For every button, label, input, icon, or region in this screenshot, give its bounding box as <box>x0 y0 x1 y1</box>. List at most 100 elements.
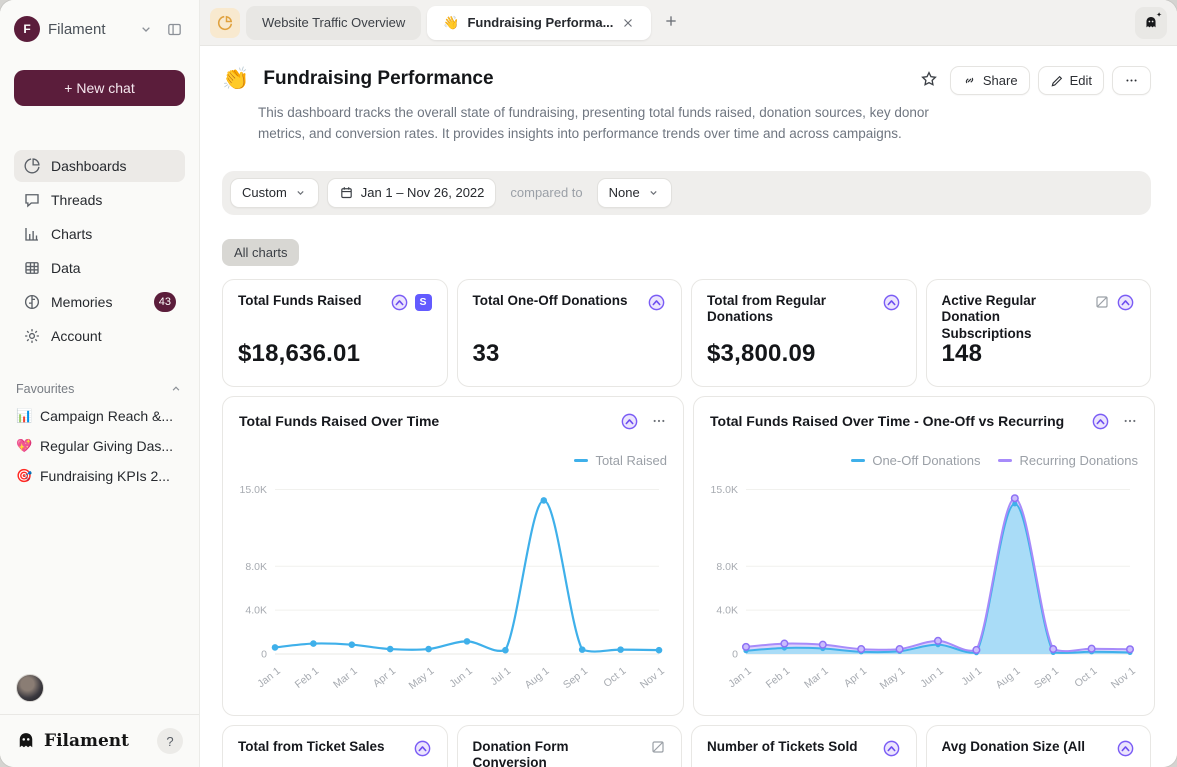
pie-chart-icon <box>23 157 41 175</box>
svg-text:Feb 1: Feb 1 <box>293 665 322 691</box>
tab-label: Fundraising Performa... <box>467 15 613 30</box>
legend-swatch <box>851 459 865 462</box>
sidebar-item-memories[interactable]: Memories 43 <box>14 286 185 318</box>
brand-wordmark: Filament <box>44 731 149 751</box>
svg-text:Sep 1: Sep 1 <box>1032 665 1061 691</box>
favourite-item-fundraising-kpis[interactable]: 🎯 Fundraising KPIs 2... <box>14 468 185 484</box>
workspace-switcher-button[interactable] <box>136 19 156 39</box>
chevron-down-icon <box>294 186 307 199</box>
collapse-sidebar-button[interactable] <box>164 19 185 40</box>
sidebar-item-label: Charts <box>51 226 176 242</box>
tab-website-traffic-overview[interactable]: Website Traffic Overview <box>246 6 421 40</box>
sidebar-item-charts[interactable]: Charts <box>14 218 185 250</box>
metric-source-icon <box>1116 293 1135 312</box>
help-button[interactable]: ? <box>157 728 183 754</box>
all-charts-chip[interactable]: All charts <box>222 239 299 266</box>
target-emoji-icon: 🎯 <box>16 468 33 484</box>
svg-text:Aug 1: Aug 1 <box>523 665 552 691</box>
svg-text:Oct 1: Oct 1 <box>601 665 628 690</box>
kpi-card-donation-form-conversion[interactable]: Donation Form Conversion <box>457 725 683 767</box>
header-actions: Share Edit <box>916 66 1151 95</box>
chart-card-one-off-vs-recurring[interactable]: Total Funds Raised Over Time - One-Off v… <box>693 396 1155 716</box>
close-icon[interactable] <box>621 16 635 30</box>
favourite-star-button[interactable] <box>916 66 942 95</box>
page-header: 👏 Fundraising Performance Share Edit <box>222 66 1151 95</box>
favourite-item-label: Regular Giving Das... <box>40 438 173 454</box>
sparkle-icon: ✦ <box>1156 11 1162 19</box>
filter-bar: Custom Jan 1 – Nov 26, 2022 compared to … <box>222 171 1151 215</box>
kpi-card-total-funds-raised[interactable]: Total Funds Raised S $18,636.01 <box>222 279 448 387</box>
favourites-header[interactable]: Favourites <box>14 382 185 396</box>
heart-emoji-icon: 💖 <box>16 438 33 454</box>
svg-text:Mar 1: Mar 1 <box>802 665 831 691</box>
kpi-value: $3,800.09 <box>707 340 816 368</box>
user-avatar[interactable] <box>16 674 44 702</box>
ghost-logo-icon <box>16 731 36 751</box>
svg-text:Sep 1: Sep 1 <box>561 665 590 691</box>
legend-label: Total Raised <box>595 453 667 468</box>
range-type-select[interactable]: Custom <box>230 178 319 208</box>
sidebar-item-data[interactable]: Data <box>14 252 185 284</box>
favourite-item-campaign-reach[interactable]: 📊 Campaign Reach &... <box>14 408 185 424</box>
stripe-icon: S <box>415 294 432 311</box>
svg-text:8.0K: 8.0K <box>716 561 738 573</box>
tab-label: Website Traffic Overview <box>262 15 405 30</box>
assistant-button[interactable]: ✦ <box>1135 7 1167 39</box>
new-chat-button[interactable]: + New chat <box>14 70 185 106</box>
clap-emoji-icon: 👏 <box>222 66 249 92</box>
chart-unavailable-icon <box>1094 294 1110 310</box>
metric-source-icon <box>647 293 666 312</box>
pencil-icon <box>1050 74 1064 88</box>
kpi-card-tickets-sold[interactable]: Number of Tickets Sold <box>691 725 917 767</box>
favourite-item-regular-giving[interactable]: 💖 Regular Giving Das... <box>14 438 185 454</box>
svg-text:Jun 1: Jun 1 <box>447 665 475 690</box>
legend-item-one-off: One-Off Donations <box>851 453 980 468</box>
kpi-row: Total Funds Raised S $18,636.01 Total On… <box>222 279 1151 387</box>
kpi-title: Total from Ticket Sales <box>238 739 405 755</box>
page-title: Fundraising Performance <box>263 68 493 90</box>
svg-text:Jul 1: Jul 1 <box>959 665 984 688</box>
chart-title: Total Funds Raised Over Time <box>239 413 620 429</box>
svg-text:Apr 1: Apr 1 <box>371 665 398 690</box>
new-tab-button[interactable] <box>657 9 685 37</box>
favourite-item-label: Campaign Reach &... <box>40 408 173 424</box>
date-range-button[interactable]: Jan 1 – Nov 26, 2022 <box>327 178 497 208</box>
metric-source-icon <box>882 739 901 758</box>
kpi-card-total-one-off-donations[interactable]: Total One-Off Donations 33 <box>457 279 683 387</box>
sidebar-item-threads[interactable]: Threads <box>14 184 185 216</box>
date-range-value: Jan 1 – Nov 26, 2022 <box>361 185 485 200</box>
sidebar-item-dashboards[interactable]: Dashboards <box>14 150 185 182</box>
share-button[interactable]: Share <box>950 66 1030 95</box>
kpi-card-ticket-sales[interactable]: Total from Ticket Sales <box>222 725 448 767</box>
charts-row: Total Funds Raised Over Time Total Raise… <box>222 396 1151 716</box>
metric-source-icon <box>1116 739 1135 758</box>
main-area: Website Traffic Overview 👋 Fundraising P… <box>200 0 1177 767</box>
chart-card-total-funds-over-time[interactable]: Total Funds Raised Over Time Total Raise… <box>222 396 684 716</box>
edit-button[interactable]: Edit <box>1038 66 1104 95</box>
kpi-card-total-regular-donations[interactable]: Total from Regular Donations $3,800.09 <box>691 279 917 387</box>
favourite-item-label: Fundraising KPIs 2... <box>40 468 170 484</box>
more-button[interactable] <box>1112 66 1151 95</box>
kpi-value: 33 <box>473 340 500 368</box>
svg-text:8.0K: 8.0K <box>245 561 267 573</box>
share-label: Share <box>983 73 1018 88</box>
kpi-card-avg-donation-size[interactable]: Avg Donation Size (All <box>926 725 1152 767</box>
tab-fundraising-performance[interactable]: 👋 Fundraising Performa... <box>427 6 651 40</box>
metric-source-icon <box>413 739 432 758</box>
more-icon[interactable] <box>1122 413 1138 429</box>
sidebar-item-account[interactable]: Account <box>14 320 185 352</box>
workspace-header[interactable]: F Filament <box>14 14 185 44</box>
comparison-select[interactable]: None <box>597 178 672 208</box>
svg-text:0: 0 <box>732 648 738 660</box>
sidebar-nav: Dashboards Threads Charts Data Memories … <box>14 150 185 352</box>
sidebar-spacer <box>14 484 185 674</box>
more-icon[interactable] <box>651 413 667 429</box>
legend-item-recurring: Recurring Donations <box>998 453 1138 468</box>
svg-text:Nov 1: Nov 1 <box>638 665 667 691</box>
dashboards-home-button[interactable] <box>210 8 240 38</box>
link-icon <box>962 73 977 88</box>
svg-text:Jul 1: Jul 1 <box>488 665 513 688</box>
workspace-avatar: F <box>14 16 40 42</box>
kpi-card-active-subscriptions[interactable]: Active Regular Donation Subscriptions 14… <box>926 279 1152 387</box>
sidebar-item-label: Threads <box>51 192 176 208</box>
